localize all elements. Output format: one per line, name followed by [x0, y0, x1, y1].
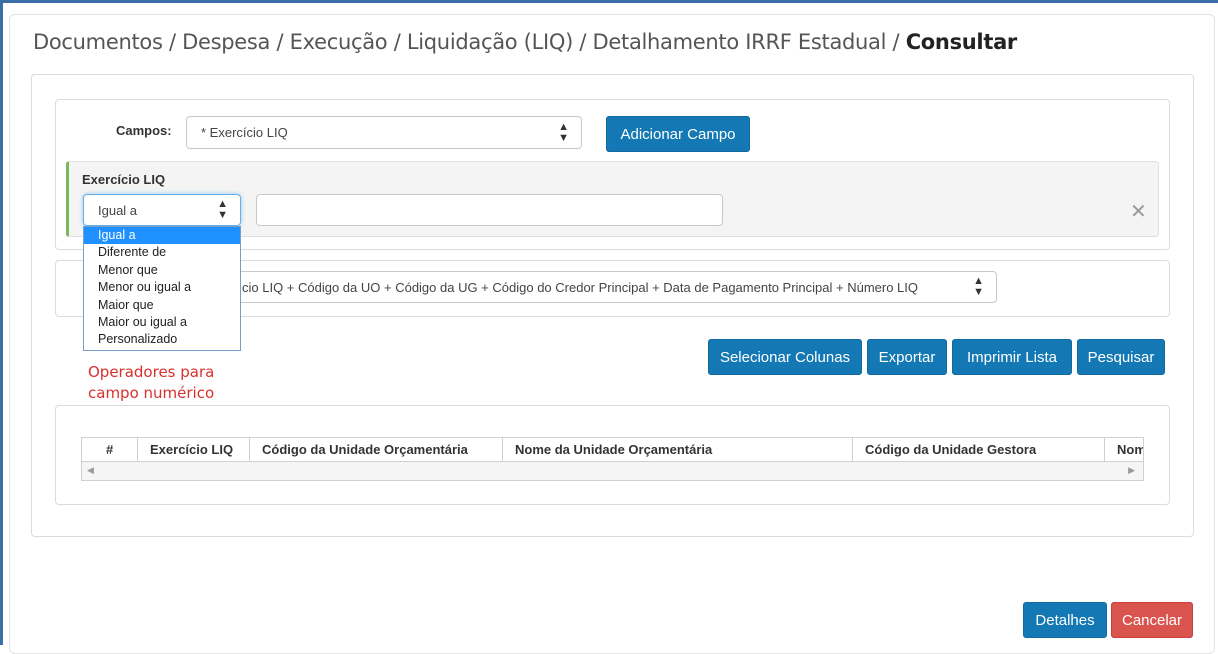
cancel-button[interactable]: Cancelar — [1111, 602, 1193, 638]
window-top-border — [0, 0, 1218, 3]
horizontal-scrollbar[interactable]: ◀ ▶ — [82, 462, 1143, 480]
operators-note-line2: campo numérico — [88, 384, 215, 402]
grid-col-nome-ug[interactable]: Nom — [1105, 438, 1143, 462]
operator-option[interactable]: Maior que — [84, 297, 240, 314]
operator-select-value: Igual a — [98, 202, 138, 218]
filter-value-input[interactable] — [256, 194, 723, 226]
breadcrumb-current: Consultar — [905, 30, 1018, 54]
operator-option[interactable]: Diferente de — [84, 244, 240, 261]
campos-label: Campos: — [116, 123, 172, 138]
operators-note: Operadores para campo numérico — [88, 362, 214, 404]
scroll-right-icon[interactable]: ▶ — [1128, 465, 1135, 476]
export-button[interactable]: Exportar — [867, 339, 947, 375]
order-select[interactable]: cio LIQ + Código da UO + Código da UG + … — [241, 271, 997, 303]
breadcrumb-path: Documentos / Despesa / Execução / Liquid… — [33, 30, 906, 54]
select-arrows-icon: ▲ ▼ — [973, 275, 984, 298]
results-grid: # Exercício LIQ Código da Unidade Orçame… — [81, 437, 1144, 481]
grid-header: # Exercício LIQ Código da Unidade Orçame… — [82, 438, 1143, 462]
grid-col-exercicio[interactable]: Exercício LIQ — [138, 438, 250, 462]
grid-col-index[interactable]: # — [82, 438, 138, 462]
grid-col-codigo-uo[interactable]: Código da Unidade Orçamentária — [250, 438, 503, 462]
search-button[interactable]: Pesquisar — [1077, 339, 1165, 375]
close-icon[interactable]: ✕ — [1130, 202, 1147, 222]
campos-select-value: * Exercício LIQ — [201, 125, 288, 140]
grid-col-nome-uo[interactable]: Nome da Unidade Orçamentária — [503, 438, 853, 462]
operator-option[interactable]: Menor ou igual a — [84, 279, 240, 296]
select-columns-button[interactable]: Selecionar Colunas — [708, 339, 862, 375]
operator-option[interactable]: Igual a — [84, 227, 240, 245]
order-select-value: cio LIQ + Código da UO + Código da UG + … — [242, 279, 919, 295]
select-arrows-icon: ▲ ▼ — [217, 198, 228, 221]
grid-col-codigo-ug[interactable]: Código da Unidade Gestora — [853, 438, 1105, 462]
add-field-button[interactable]: Adicionar Campo — [606, 116, 750, 152]
campos-select[interactable]: * Exercício LIQ ▲ ▼ — [186, 116, 582, 149]
operator-dropdown-list: Igual a Diferente de Menor que Menor ou … — [83, 226, 241, 351]
window-left-border — [0, 0, 3, 645]
operators-note-line1: Operadores para — [88, 363, 215, 381]
operator-option[interactable]: Maior ou igual a — [84, 314, 240, 331]
operator-option[interactable]: Menor que — [84, 262, 240, 279]
scroll-left-icon[interactable]: ◀ — [87, 465, 94, 476]
operator-select[interactable]: Igual a ▲ ▼ — [83, 194, 241, 226]
field-filter-label: Exercício LIQ — [82, 172, 166, 187]
details-button[interactable]: Detalhes — [1023, 602, 1107, 638]
select-arrows-icon: ▲ ▼ — [558, 120, 569, 144]
breadcrumb: Documentos / Despesa / Execução / Liquid… — [33, 30, 1017, 54]
operator-option[interactable]: Personalizado — [84, 331, 240, 348]
print-list-button[interactable]: Imprimir Lista — [952, 339, 1072, 375]
